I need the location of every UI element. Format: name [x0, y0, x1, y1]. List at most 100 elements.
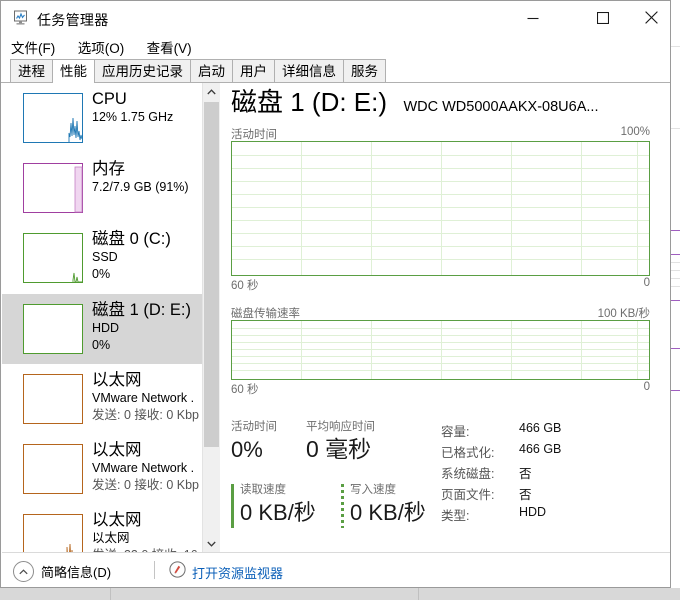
sidebar-item-disk1[interactable]: 磁盘 1 (D: E:) HDD 0%: [2, 294, 202, 364]
gridline-v: [441, 142, 442, 275]
property-page-file: 页面文件: 否: [441, 484, 656, 505]
property-capacity: 容量: 466 GB: [441, 421, 656, 442]
stat-active-time: 活动时间 0%: [231, 420, 286, 464]
tab-details[interactable]: 详细信息: [274, 59, 344, 82]
gridline-v: [581, 142, 582, 275]
resource-monitor-label: 打开资源监视器: [192, 565, 284, 581]
sidebar-text: 以太网 VMware Network . 发送: 0 接收: 0 Kbp: [92, 370, 202, 424]
title-bar[interactable]: 任务管理器: [1, 1, 670, 37]
sidebar-item-title: 内存: [92, 160, 125, 178]
status-bar: 简略信息(D) 打开资源监视器: [2, 552, 670, 587]
sidebar-item-sub1: SSD: [92, 250, 118, 264]
activity-chart-max: 100%: [620, 126, 650, 138]
desktop-line: [418, 588, 419, 600]
sidebar-item-sub2: 发送: 0 接收: 0 Kbp: [92, 408, 199, 422]
tab-processes[interactable]: 进程: [10, 59, 53, 82]
memory-thumbnail: [23, 163, 83, 213]
activity-chart-labels: 活动时间 100%: [231, 126, 650, 141]
device-model: WDC WD5000AAKX-08U6A...: [403, 99, 599, 115]
sidebar-item-sub1: VMware Network .: [92, 391, 195, 405]
transfer-chart-block: 磁盘传输速率 100 KB/秒 60 秒 0: [231, 305, 650, 396]
sidebar-item-title: CPU: [92, 90, 127, 108]
gridline-h: [232, 335, 649, 336]
activity-x-right: 0: [643, 277, 650, 289]
maximize-button[interactable]: [580, 1, 626, 34]
panel-header: 磁盘 1 (D: E:) WDC WD5000AAKX-08U6A...: [231, 86, 598, 118]
tab-startup[interactable]: 启动: [190, 59, 233, 82]
tab-services[interactable]: 服务: [343, 59, 386, 82]
activity-x-left: 60 秒: [231, 280, 259, 292]
disk0-thumbnail: [23, 233, 83, 283]
sidebar-item-ethernet-3[interactable]: 以太网 以太网 发送: 32.0 接收: 16.: [2, 504, 202, 552]
stat-avg-response-time: 平均响应时间 0 毫秒: [306, 420, 416, 464]
stat-value: 0%: [231, 437, 263, 462]
property-formatted: 已格式化: 466 GB: [441, 442, 656, 463]
scroll-up-icon[interactable]: [203, 83, 220, 100]
gridline-h: [232, 168, 649, 169]
menu-item-options[interactable]: 选项(O): [78, 37, 134, 57]
stat-value: 0 毫秒: [306, 436, 372, 462]
activity-chart-block: 活动时间 100% 60 秒 0: [231, 126, 650, 292]
transfer-chart-labels: 磁盘传输速率 100 KB/秒: [231, 305, 650, 320]
window-title: 任务管理器: [37, 12, 109, 28]
sidebar-item-title: 磁盘 0 (C:): [92, 230, 171, 248]
gridline-v: [371, 142, 372, 275]
sidebar-text: CPU 12% 1.75 GHz: [92, 89, 202, 126]
minimize-button[interactable]: [510, 1, 556, 34]
sidebar-item-sub1: 12% 1.75 GHz: [92, 110, 174, 124]
transfer-chart[interactable]: [231, 320, 650, 380]
stat-read-speed: 读取速度 0 KB/秒: [231, 483, 350, 528]
property-value: 466 GB: [519, 421, 562, 435]
property-value: 否: [519, 467, 532, 481]
menu-item-file[interactable]: 文件(F): [11, 37, 64, 57]
sidebar-item-title: 以太网: [92, 511, 142, 529]
gridline-h: [232, 356, 649, 357]
sidebar-text: 磁盘 0 (C:) SSD 0%: [92, 229, 202, 283]
read-speed-bar-icon: [231, 484, 234, 528]
property-key: 页面文件:: [441, 488, 495, 502]
property-key: 容量:: [441, 425, 470, 439]
property-key: 已格式化:: [441, 446, 495, 460]
transfer-chart-title: 磁盘传输速率: [231, 308, 300, 320]
sidebar-item-sub1: HDD: [92, 321, 120, 335]
scroll-down-icon[interactable]: [203, 535, 220, 552]
sidebar-item-ethernet-1[interactable]: 以太网 VMware Network . 发送: 0 接收: 0 Kbp: [2, 364, 202, 434]
stat-label: 读取速度: [240, 484, 286, 496]
disk-properties: 容量: 466 GB 已格式化: 466 GB 系统磁盘: 否 页面文件: 否: [441, 421, 656, 526]
sidebar-scrollbar[interactable]: [202, 83, 220, 552]
sidebar-text: 磁盘 1 (D: E:) HDD 0%: [92, 300, 202, 354]
property-value: HDD: [519, 505, 547, 519]
sidebar-item-memory[interactable]: 内存 7.2/7.9 GB (91%): [2, 153, 202, 223]
content-area: CPU 12% 1.75 GHz 内存 7.2/7.9 GB (91%) 磁盘 …: [1, 83, 670, 552]
sidebar-item-ethernet-2[interactable]: 以太网 VMware Network . 发送: 0 接收: 0 Kbp: [2, 434, 202, 504]
sidebar-item-sub2: 发送: 0 接收: 0 Kbp: [92, 478, 199, 492]
close-button[interactable]: [628, 1, 670, 34]
sidebar-item-cpu[interactable]: CPU 12% 1.75 GHz: [2, 83, 202, 153]
sidebar-item-title: 磁盘 1 (D: E:): [92, 301, 192, 319]
menu-item-view[interactable]: 查看(V): [147, 37, 201, 57]
gridline-h: [232, 207, 649, 208]
transfer-x-left: 60 秒: [231, 384, 259, 396]
tab-performance[interactable]: 性能: [52, 59, 95, 83]
sidebar-item-sub1: 以太网: [92, 531, 130, 545]
sidebar-text: 以太网 以太网 发送: 32.0 接收: 16.: [92, 510, 202, 552]
activity-chart[interactable]: [231, 141, 650, 276]
fewer-details-label: 简略信息(D): [41, 565, 112, 580]
gridline-h: [232, 233, 649, 234]
task-manager-icon: [12, 10, 29, 26]
tab-app-history[interactable]: 应用历史记录: [94, 59, 191, 82]
cpu-thumbnail: [23, 93, 83, 143]
scrollbar-thumb[interactable]: [204, 102, 219, 447]
menu-bar: 文件(F) 选项(O) 查看(V): [1, 37, 670, 59]
open-resource-monitor-link[interactable]: 打开资源监视器: [169, 561, 283, 583]
sidebar-item-sub2: 0%: [92, 267, 111, 281]
transfer-chart-axis: 60 秒 0: [231, 381, 650, 396]
tab-users[interactable]: 用户: [232, 59, 275, 82]
gridline-h: [232, 349, 649, 350]
fewer-details-button[interactable]: 简略信息(D): [13, 561, 111, 582]
gridline-h: [232, 363, 649, 364]
ethernet1-thumbnail: [23, 374, 83, 424]
stat-value: 0 KB/秒: [240, 500, 316, 525]
sidebar-item-title: 以太网: [92, 371, 142, 389]
sidebar-item-disk0[interactable]: 磁盘 0 (C:) SSD 0%: [2, 223, 202, 294]
